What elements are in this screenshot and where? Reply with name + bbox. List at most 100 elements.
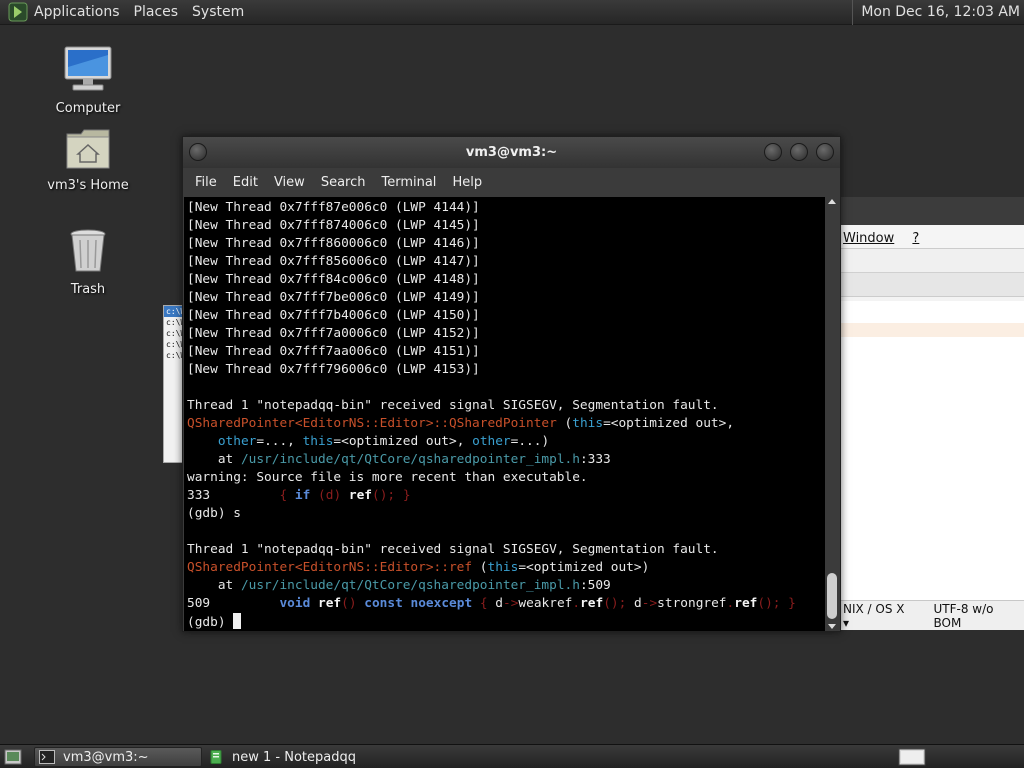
scroll-up-icon[interactable] bbox=[828, 199, 836, 204]
code-identifier: d bbox=[495, 596, 503, 611]
menu-file[interactable]: File bbox=[187, 175, 225, 190]
current-line-highlight bbox=[837, 323, 1024, 337]
notepadqq-menubar: Window ? bbox=[837, 225, 1024, 249]
top-panel: Applications Places System Mon Dec 16, 1… bbox=[0, 0, 1024, 25]
source-line-number: 333 bbox=[187, 488, 211, 503]
source-path: /usr/include/qt/QtCore/qsharedpointer_im… bbox=[240, 452, 580, 467]
notepadqq-tabbar bbox=[837, 273, 1024, 297]
notepadqq-window[interactable]: Window ? NIX / OS X ▾ UTF-8 w/o BOM bbox=[836, 197, 1024, 630]
frame-line: QSharedPointer<EditorNS::Editor>::ref (t… bbox=[187, 559, 826, 577]
terminal-icon bbox=[39, 750, 55, 764]
list-item[interactable]: c:\W bbox=[164, 317, 184, 328]
panel-separator bbox=[852, 0, 854, 25]
scrollbar-thumb[interactable] bbox=[827, 573, 837, 619]
terminal-output[interactable]: [New Thread 0x7fff87e006c0 (LWP 4144)] [N… bbox=[184, 197, 826, 631]
text-fragment: =<optimized out>, bbox=[333, 434, 473, 449]
code-identifier: weakref bbox=[518, 596, 573, 611]
location-line: at /usr/include/qt/QtCore/qsharedpointer… bbox=[187, 577, 826, 595]
text-cursor bbox=[233, 613, 242, 629]
terminal-title: vm3@vm3:~ bbox=[465, 145, 558, 160]
close-icon[interactable] bbox=[816, 143, 834, 161]
output-line: [New Thread 0x7fff7a0006c0 (LWP 4152)] bbox=[187, 326, 480, 341]
desktop-icon-computer[interactable]: Computer bbox=[33, 45, 143, 116]
text-fragment: =..., bbox=[256, 434, 303, 449]
scroll-down-icon[interactable] bbox=[828, 624, 836, 629]
menu-help[interactable]: ? bbox=[912, 231, 919, 246]
code-symbol: ) bbox=[333, 488, 349, 503]
code-identifier: d bbox=[634, 596, 642, 611]
taskbar-item-terminal[interactable]: vm3@vm3:~ bbox=[34, 747, 202, 767]
line-number: :333 bbox=[579, 452, 611, 467]
code-function: ref bbox=[580, 596, 604, 611]
keyword: other bbox=[472, 434, 511, 449]
list-item[interactable]: c:\W bbox=[164, 350, 184, 361]
list-item[interactable]: c:\W bbox=[164, 339, 184, 350]
function-name: QSharedPointer<EditorNS::Editor>::QShare… bbox=[187, 416, 557, 431]
menu-window[interactable]: Window bbox=[843, 231, 894, 246]
taskbar-label: vm3@vm3:~ bbox=[63, 749, 149, 765]
warning-line: warning: Source file is more recent than… bbox=[187, 470, 588, 485]
menu-view[interactable]: View bbox=[266, 175, 313, 190]
source-line: 333 { if (d) ref(); } bbox=[187, 487, 826, 505]
list-item[interactable]: c:\W bbox=[164, 328, 184, 339]
system-menu[interactable]: System bbox=[192, 4, 244, 20]
window-menu-icon[interactable] bbox=[189, 143, 207, 161]
signal-line: Thread 1 "notepadqq-bin" received signal… bbox=[187, 398, 719, 413]
output-line: [New Thread 0x7fff856006c0 (LWP 4147)] bbox=[187, 254, 480, 269]
taskbar-item-notepadqq[interactable]: new 1 - Notepadqq bbox=[204, 747, 374, 767]
trash-label: Trash bbox=[70, 282, 106, 297]
text-fragment bbox=[403, 596, 411, 611]
desktop-icon-home[interactable]: vm3's Home bbox=[33, 128, 143, 193]
code-function: ref bbox=[348, 488, 372, 503]
terminal-titlebar[interactable]: vm3@vm3:~ bbox=[183, 137, 840, 168]
notepadqq-titlebar[interactable] bbox=[837, 197, 1024, 225]
menu-search[interactable]: Search bbox=[313, 175, 374, 190]
home-label: vm3's Home bbox=[47, 178, 129, 193]
terminal-window[interactable]: vm3@vm3:~ File Edit View Search Terminal… bbox=[182, 136, 841, 632]
output-line: [New Thread 0x7fff874006c0 (LWP 4145)] bbox=[187, 218, 480, 233]
menu-edit[interactable]: Edit bbox=[225, 175, 266, 190]
notepadqq-editor[interactable] bbox=[837, 301, 1024, 600]
gnome-foot-icon[interactable] bbox=[8, 2, 28, 22]
output-line: [New Thread 0x7fff860006c0 (LWP 4146)] bbox=[187, 236, 480, 251]
output-line: [New Thread 0x7fff84c006c0 (LWP 4148)] bbox=[187, 272, 480, 287]
menu-terminal[interactable]: Terminal bbox=[373, 175, 444, 190]
places-menu[interactable]: Places bbox=[134, 4, 179, 20]
source-path: /usr/include/qt/QtCore/qsharedpointer_im… bbox=[240, 578, 580, 593]
terminal-scrollbar[interactable] bbox=[825, 197, 839, 631]
bottom-panel: vm3@vm3:~ new 1 - Notepadqq bbox=[0, 744, 1024, 768]
output-line: [New Thread 0x7fff7b4006c0 (LWP 4150)] bbox=[187, 308, 480, 323]
at-prefix: at bbox=[187, 452, 241, 467]
list-item[interactable]: c:\W bbox=[164, 306, 184, 317]
code-symbol: -> bbox=[641, 596, 658, 611]
menu-help[interactable]: Help bbox=[444, 175, 490, 190]
workspace-switcher-icon[interactable] bbox=[898, 748, 926, 766]
code-symbol: () bbox=[341, 596, 365, 611]
code-keyword: noexcept bbox=[410, 596, 473, 611]
keyword: this bbox=[487, 560, 519, 575]
applications-menu[interactable]: Applications bbox=[34, 4, 120, 20]
frame-line-cont: other=..., this=<optimized out>, other=.… bbox=[187, 433, 826, 451]
minimize-icon[interactable] bbox=[764, 143, 782, 161]
code-symbol: -> bbox=[503, 596, 519, 611]
code-symbol: ( bbox=[310, 488, 326, 503]
chevron-down-icon: ▾ bbox=[843, 615, 850, 630]
encoding-label[interactable]: UTF-8 w/o BOM bbox=[934, 602, 1024, 630]
desktop-icon-trash[interactable]: Trash bbox=[33, 228, 143, 297]
function-name: QSharedPointer<EditorNS::Editor>::ref bbox=[187, 560, 473, 575]
computer-label: Computer bbox=[55, 101, 121, 116]
frame-line: QSharedPointer<EditorNS::Editor>::QShare… bbox=[187, 415, 826, 433]
output-line: [New Thread 0x7fff87e006c0 (LWP 4144)] bbox=[187, 200, 480, 215]
code-keyword: const bbox=[364, 596, 403, 611]
keyword: other bbox=[217, 434, 257, 449]
maximize-icon[interactable] bbox=[790, 143, 808, 161]
notepadqq-toolbar bbox=[837, 249, 1024, 273]
output-line: [New Thread 0x7fff796006c0 (LWP 4153)] bbox=[187, 362, 480, 377]
gdb-prompt-line[interactable]: (gdb) bbox=[187, 613, 826, 631]
clock[interactable]: Mon Dec 16, 12:03 AM bbox=[861, 4, 1020, 20]
show-desktop-icon[interactable] bbox=[4, 749, 22, 765]
eol-selector[interactable]: NIX / OS X ▾ bbox=[843, 602, 914, 630]
